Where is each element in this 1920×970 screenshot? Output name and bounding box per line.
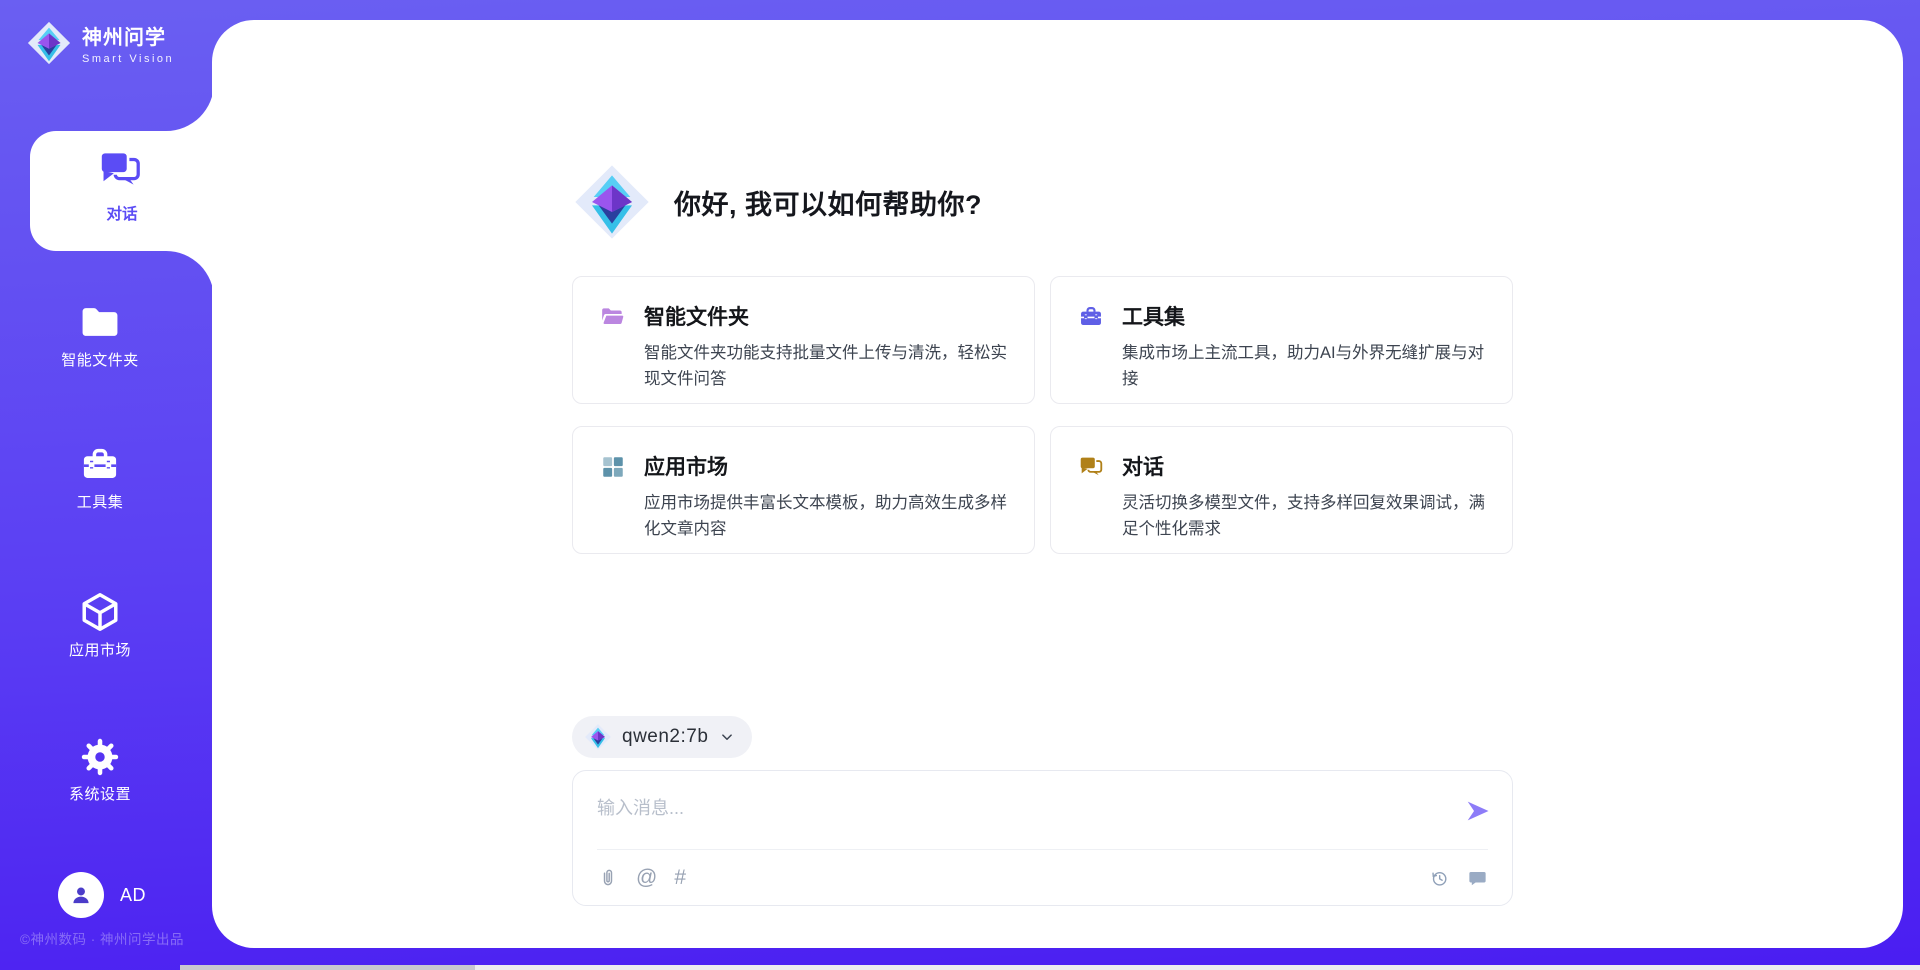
at-icon[interactable]: @ — [636, 867, 657, 889]
card-description: 应用市场提供丰富长文本模板，助力高效生成多样化文章内容 — [644, 490, 1008, 542]
gem-icon — [584, 723, 612, 751]
composer-divider — [597, 849, 1488, 850]
card-app-market[interactable]: 应用市场 应用市场提供丰富长文本模板，助力高效生成多样化文章内容 — [572, 426, 1035, 554]
user-row[interactable]: AD — [58, 872, 146, 918]
user-name: AD — [120, 885, 146, 906]
sidebar-item-label: 智能文件夹 — [0, 349, 200, 370]
greeting-gem-icon — [572, 162, 652, 242]
card-title: 对话 — [1122, 451, 1486, 481]
model-selector[interactable]: qwen2:7b — [572, 716, 752, 758]
card-title: 工具集 — [1122, 301, 1486, 331]
hash-icon[interactable]: # — [674, 867, 686, 889]
brand-subtitle: Smart Vision — [82, 53, 174, 65]
model-name: qwen2:7b — [622, 726, 708, 748]
chevron-down-icon — [718, 728, 736, 746]
message-input[interactable] — [597, 791, 1417, 825]
copyright-footer: ©神州数码 · 神州问学出品 — [20, 928, 220, 948]
card-toolset[interactable]: 工具集 集成市场上主流工具，助力AI与外界无缝扩展与对接 — [1050, 276, 1513, 404]
card-description: 智能文件夹功能支持批量文件上传与清洗，轻松实现文件问答 — [644, 340, 1008, 392]
main-panel: 你好, 我可以如何帮助你? 智能文件夹 智能文件夹功能支持批量文件上传与清洗，轻… — [212, 20, 1903, 948]
history-icon[interactable] — [1429, 868, 1450, 889]
person-icon — [67, 881, 95, 909]
brand-name: 神州问学 — [82, 21, 174, 50]
avatar — [58, 872, 104, 918]
sidebar-item-label: 工具集 — [0, 491, 200, 512]
card-smart-folder[interactable]: 智能文件夹 智能文件夹功能支持批量文件上传与清洗，轻松实现文件问答 — [572, 276, 1035, 404]
chat-bubbles-icon — [1078, 454, 1104, 480]
gear-icon — [79, 736, 121, 778]
brand: 神州问学 Smart Vision — [26, 20, 174, 66]
card-description: 集成市场上主流工具，助力AI与外界无缝扩展与对接 — [1122, 340, 1486, 392]
send-icon[interactable] — [1464, 797, 1492, 825]
card-title: 应用市场 — [644, 451, 1008, 481]
composer-toolbar: @ # — [597, 861, 1488, 895]
folder-icon — [78, 300, 122, 344]
sidebar-item-label: 应用市场 — [0, 639, 200, 660]
sidebar-item-system-settings[interactable]: 系统设置 — [0, 736, 200, 804]
card-description: 灵活切换多模型文件，支持多样回复效果调试，满足个性化需求 — [1122, 490, 1486, 542]
sidebar: 神州问学 Smart Vision 智能文件夹 工具集 应用市场 系统设置 AD… — [0, 0, 212, 970]
cube-icon — [78, 590, 122, 634]
feature-cards: 智能文件夹 智能文件夹功能支持批量文件上传与清洗，轻松实现文件问答 工具集 集成… — [572, 276, 1513, 554]
card-chat[interactable]: 对话 灵活切换多模型文件，支持多样回复效果调试，满足个性化需求 — [1050, 426, 1513, 554]
greeting-title: 你好, 我可以如何帮助你? — [674, 183, 982, 222]
card-title: 智能文件夹 — [644, 301, 1008, 331]
sidebar-item-app-market[interactable]: 应用市场 — [0, 590, 200, 660]
toolbox-icon — [79, 444, 121, 486]
sidebar-item-toolset[interactable]: 工具集 — [0, 444, 200, 512]
greeting: 你好, 我可以如何帮助你? — [572, 162, 982, 242]
chat-bubble-icon[interactable] — [1467, 868, 1488, 889]
horizontal-scrollbar-thumb[interactable] — [180, 965, 475, 970]
sidebar-item-smart-folder[interactable]: 智能文件夹 — [0, 300, 200, 370]
app-grid-icon — [600, 454, 626, 480]
sidebar-item-label: 系统设置 — [0, 783, 200, 804]
composer: @ # — [572, 770, 1513, 906]
toolbox-icon — [1078, 304, 1104, 330]
folder-open-icon — [600, 304, 626, 330]
brand-gem-icon — [26, 20, 72, 66]
paperclip-icon[interactable] — [597, 867, 619, 889]
